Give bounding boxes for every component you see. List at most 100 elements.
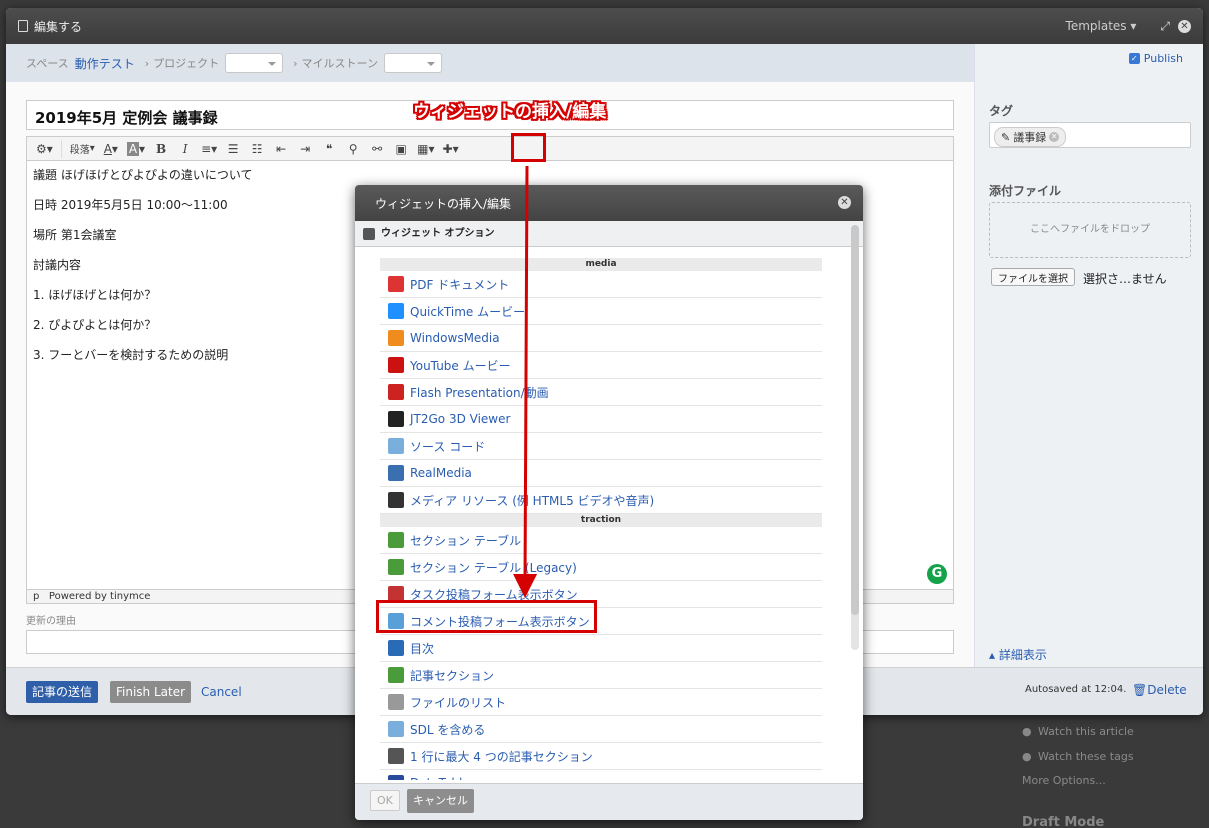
expand-icon[interactable]: ⤢ bbox=[1160, 19, 1170, 34]
widget-option-label: RealMedia bbox=[410, 466, 472, 480]
widget-option-label: 記事セクション bbox=[410, 668, 495, 683]
tags-input[interactable]: ✎ 議事録 ✕ bbox=[989, 122, 1191, 148]
file-status: 選択さ…ません bbox=[1083, 272, 1167, 286]
dialog-subtitle: ウィジェット オプション bbox=[381, 227, 495, 239]
bold-icon[interactable]: B bbox=[150, 139, 172, 159]
widget-option[interactable]: セクション テーブル bbox=[380, 527, 822, 554]
publish-checkbox[interactable]: ✓ Publish bbox=[1128, 52, 1183, 65]
milestone-label: マイルストーン bbox=[301, 57, 378, 70]
widget-option[interactable]: YouTube ムービー bbox=[380, 352, 822, 379]
indent-icon[interactable]: ⇥ bbox=[294, 139, 316, 159]
italic-icon[interactable]: I bbox=[174, 139, 196, 159]
chevron-right-icon: › bbox=[144, 56, 150, 70]
space-link[interactable]: 動作テスト bbox=[75, 55, 135, 72]
watch-tags-link[interactable]: ● Watch these tags bbox=[1022, 750, 1134, 763]
project-select[interactable] bbox=[225, 53, 284, 73]
widget-option[interactable]: PDF ドキュメント bbox=[380, 271, 822, 298]
delete-link[interactable]: 🗑Delete bbox=[1132, 683, 1187, 697]
window-titlebar: 編集する Templates ▾ ⤢ ✕ bbox=[6, 8, 1203, 44]
remove-tag-icon[interactable]: ✕ bbox=[1049, 132, 1060, 142]
realmedia-icon bbox=[388, 465, 404, 481]
blockquote-icon[interactable]: ❝ bbox=[318, 139, 340, 159]
ok-button[interactable]: OK bbox=[370, 790, 400, 811]
table-icon[interactable]: ▦▾ bbox=[414, 139, 437, 159]
section-heading: traction bbox=[380, 514, 822, 527]
widget-option[interactable]: 記事セクション bbox=[380, 662, 822, 689]
close-icon[interactable]: ✕ bbox=[838, 196, 851, 209]
widget-option[interactable]: メディア リソース (例 HTML5 ビデオや音声) bbox=[380, 487, 822, 514]
widget-option[interactable]: セクション テーブル (Legacy) bbox=[380, 554, 822, 581]
tag-icon: ● bbox=[1022, 750, 1032, 763]
text-color-icon[interactable]: A ▾ bbox=[100, 139, 122, 159]
file-drop-zone[interactable]: ここへファイルをドロップ bbox=[989, 202, 1191, 258]
chevron-right-icon: › bbox=[293, 56, 298, 70]
link-icon[interactable]: ⚲ bbox=[342, 139, 364, 159]
bullet-list-icon[interactable]: ☰ bbox=[222, 139, 244, 159]
background-color-icon[interactable]: A ▾ bbox=[124, 139, 148, 159]
widget-option[interactable]: Flash Presentation/動画 bbox=[380, 379, 822, 406]
widget-option[interactable]: QuickTime ムービー bbox=[380, 298, 822, 325]
editor-toolbar: ⚙▾ 段落 ▾ A ▾ A ▾ B I ≡▾ ☰ ☷ ⇤ ⇥ ❝ ⚲ ⚯ ▣ ▦▾ ✚… bbox=[26, 136, 954, 161]
image-icon[interactable]: ▣ bbox=[390, 139, 412, 159]
powered-by-label: Powered by tinymce bbox=[48, 591, 151, 602]
tag-chip: ✎ 議事録 ✕ bbox=[994, 127, 1067, 147]
align-icon[interactable]: ≡▾ bbox=[198, 139, 220, 159]
dialog-footer: OK キャンセル bbox=[355, 783, 863, 820]
widget-option-label: PDF ドキュメント bbox=[410, 277, 510, 292]
dialog-cancel-button[interactable]: キャンセル bbox=[407, 789, 474, 813]
annotation-highlight-item bbox=[376, 600, 597, 633]
widget-option-label: ソース コード bbox=[410, 439, 486, 454]
sdl-icon bbox=[388, 721, 404, 737]
widget-option[interactable]: ソース コード bbox=[380, 433, 822, 460]
widget-option-label: セクション テーブル (Legacy) bbox=[410, 560, 577, 575]
widget-option[interactable]: SDL を含める bbox=[380, 716, 822, 743]
trash-icon: 🗑 bbox=[1132, 683, 1148, 697]
delete-label: Delete bbox=[1147, 683, 1187, 697]
document-icon bbox=[18, 20, 28, 32]
widget-option-label: メディア リソース (例 HTML5 ビデオや音声) bbox=[410, 493, 655, 508]
submit-button[interactable]: 記事の送信 bbox=[26, 681, 99, 703]
grammarly-icon[interactable]: G bbox=[927, 564, 947, 584]
details-toggle[interactable]: ▴ 詳細表示 bbox=[989, 646, 1047, 663]
section-table-legacy-icon bbox=[388, 559, 404, 575]
section-table-icon bbox=[388, 532, 404, 548]
toolbar-divider bbox=[60, 139, 62, 158]
widget-option[interactable]: WindowsMedia bbox=[380, 325, 822, 352]
widget-option[interactable]: 1 行に最大 4 つの記事セクション bbox=[380, 743, 822, 770]
outdent-icon[interactable]: ⇤ bbox=[270, 139, 292, 159]
widget-icon[interactable]: ✚▾ bbox=[440, 139, 462, 159]
close-icon[interactable]: ✕ bbox=[1178, 19, 1191, 33]
more-options-link[interactable]: More Options... bbox=[1022, 774, 1106, 787]
finish-later-button[interactable]: Finish Later bbox=[110, 681, 192, 703]
widget-option-label: YouTube ムービー bbox=[410, 358, 511, 373]
widget-option[interactable]: DataTables bbox=[380, 770, 822, 780]
unlink-icon[interactable]: ⚯ bbox=[366, 139, 388, 159]
details-label: 詳細表示 bbox=[998, 648, 1047, 662]
widget-option[interactable]: ファイルのリスト bbox=[380, 689, 822, 716]
widget-option-label: 目次 bbox=[410, 641, 435, 656]
element-path: p bbox=[33, 591, 40, 602]
choose-file-button[interactable]: ファイルを選択 bbox=[991, 268, 1075, 286]
settings-icon[interactable]: ⚙▾ bbox=[33, 139, 56, 159]
widget-option[interactable]: JT2Go 3D Viewer bbox=[380, 406, 822, 433]
tag-label: 議事録 bbox=[1013, 131, 1047, 144]
paragraph-format-select[interactable]: 段落 ▾ bbox=[67, 139, 98, 159]
attachments-heading: 添付ファイル bbox=[989, 184, 1062, 198]
annotation-highlight-toolbar bbox=[511, 133, 546, 162]
templates-menu[interactable]: Templates ▾ bbox=[1066, 19, 1137, 33]
widget-option-label: ファイルのリスト bbox=[410, 695, 507, 710]
eye-icon: ● bbox=[1022, 725, 1032, 738]
watch-article-link[interactable]: ● Watch this article bbox=[1022, 725, 1134, 738]
file-list-icon bbox=[388, 694, 404, 710]
widget-option-label: SDL を含める bbox=[410, 722, 486, 737]
numbered-list-icon[interactable]: ☷ bbox=[246, 139, 268, 159]
dialog-scrollbar[interactable] bbox=[851, 225, 859, 650]
widget-option[interactable]: RealMedia bbox=[380, 460, 822, 487]
caret-up-icon: ▴ bbox=[989, 648, 999, 662]
widget-option[interactable]: 目次 bbox=[380, 635, 822, 662]
cancel-link[interactable]: Cancel bbox=[201, 685, 242, 699]
milestone-select[interactable] bbox=[383, 53, 442, 73]
dialog-titlebar: ウィジェットの挿入/編集 ✕ bbox=[355, 185, 863, 221]
window-title: 編集する bbox=[34, 19, 83, 34]
space-label: スペース bbox=[26, 57, 69, 70]
